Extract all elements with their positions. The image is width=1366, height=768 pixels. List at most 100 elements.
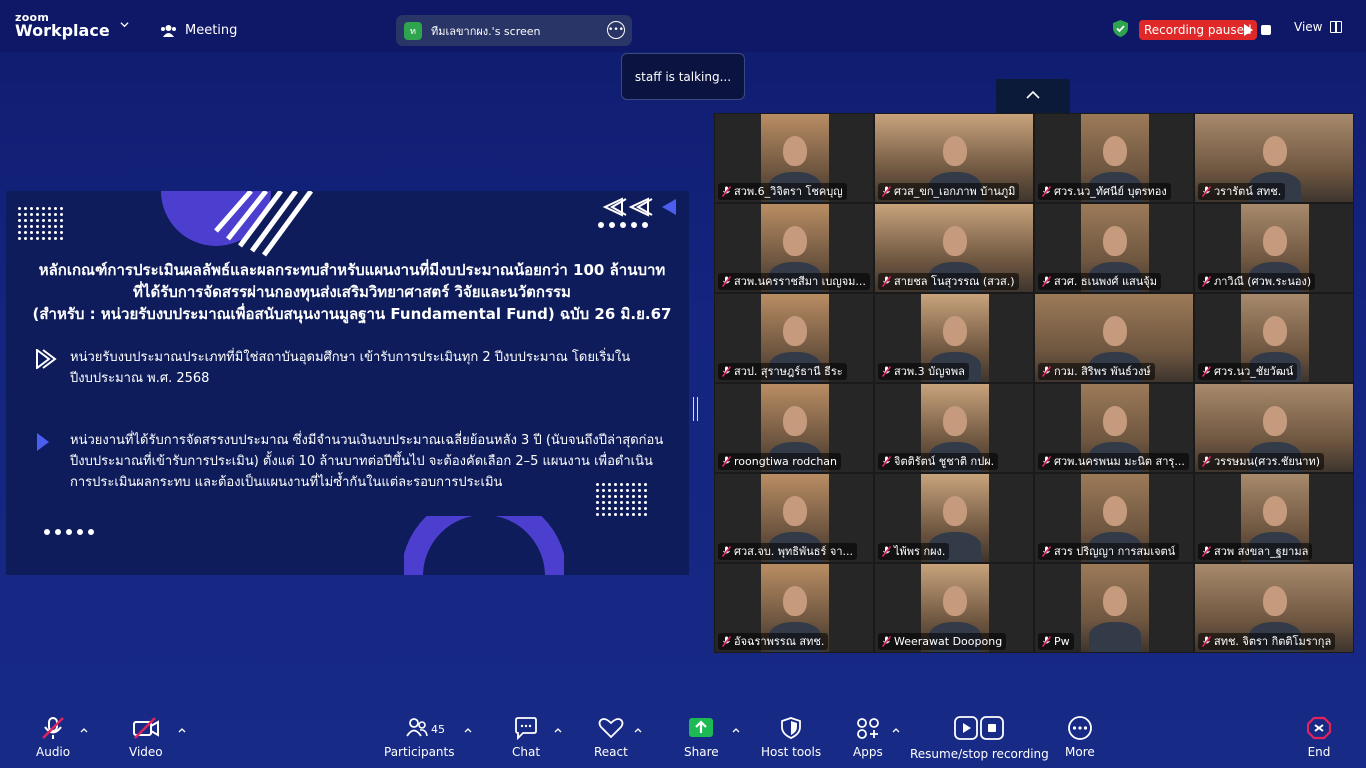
brand-bottom: Workplace bbox=[15, 21, 110, 40]
chat-options-caret-icon[interactable] bbox=[554, 727, 562, 733]
participant-tile[interactable]: อัจฉราพรรณ สทช. bbox=[714, 563, 874, 653]
participant-face bbox=[783, 586, 807, 616]
microphone-muted-icon bbox=[1042, 276, 1051, 287]
more-options-icon[interactable]: ••• bbox=[607, 21, 625, 39]
participants-label: Participants bbox=[384, 745, 455, 759]
share-button[interactable]: Share bbox=[684, 716, 719, 759]
participant-tile[interactable]: Pw bbox=[1034, 563, 1194, 653]
talking-indicator: staff is talking... bbox=[621, 53, 745, 100]
video-options-caret-icon[interactable] bbox=[178, 727, 186, 733]
recording-status-badge[interactable]: Recording paused bbox=[1139, 20, 1257, 40]
apps-button[interactable]: Apps bbox=[853, 716, 883, 759]
participant-name-tag: Weerawat Doopong bbox=[878, 633, 1007, 650]
react-button[interactable]: React bbox=[594, 716, 628, 759]
participant-tile[interactable]: ศวร.นว_ทัศนีย์ บุตรทอง bbox=[1034, 113, 1194, 203]
participant-name: ศวส_ขก_เอกภาพ บ้านภูมิ bbox=[894, 185, 1016, 198]
react-label: React bbox=[594, 745, 628, 759]
participant-tile[interactable]: สวพ.นครราชสีมา เบญจม... bbox=[714, 203, 874, 293]
slide-nav-arrows bbox=[602, 197, 676, 217]
participant-tile[interactable]: Weerawat Doopong bbox=[874, 563, 1034, 653]
more-icon bbox=[1067, 716, 1092, 740]
participant-tile[interactable]: วรารัตน์ สทช. bbox=[1194, 113, 1354, 203]
resume-recording-icon[interactable] bbox=[1244, 24, 1253, 36]
participant-tile[interactable]: สวร ปริญญา การสมเจตน์ bbox=[1034, 473, 1194, 563]
participant-video bbox=[1081, 564, 1149, 652]
more-button[interactable]: More bbox=[1065, 716, 1095, 759]
participant-tile[interactable]: roongtiwa rodchan bbox=[714, 383, 874, 473]
collapse-gallery-button[interactable] bbox=[996, 79, 1070, 113]
participant-tile[interactable]: ศวส_ขก_เอกภาพ บ้านภูมิ bbox=[874, 113, 1034, 203]
stop-recording-icon[interactable] bbox=[1261, 25, 1271, 35]
view-button[interactable]: View bbox=[1294, 20, 1343, 34]
meeting-button[interactable]: Meeting bbox=[160, 20, 237, 40]
slide-decor-dots bbox=[18, 207, 63, 240]
microphone-muted-icon bbox=[1202, 456, 1211, 467]
video-off-icon bbox=[132, 717, 159, 739]
participant-name: ศวร.นว_ชัยวัฒน์ bbox=[1214, 365, 1294, 378]
participant-tile[interactable]: สทช. จิตรา กิตติโมรากุล bbox=[1194, 563, 1354, 653]
view-label: View bbox=[1294, 20, 1323, 34]
participant-tile[interactable]: สวพ.6_วิจิตรา โชคบุญ bbox=[714, 113, 874, 203]
participant-face bbox=[783, 406, 807, 436]
resume-stop-recording-button[interactable]: Resume/stop recording bbox=[910, 716, 1049, 761]
react-options-caret-icon[interactable] bbox=[634, 727, 642, 733]
participant-name-tag: ศวร.นว_ทัศนีย์ บุตรทอง bbox=[1038, 183, 1171, 200]
bullet-arrow-icon bbox=[36, 349, 57, 369]
participant-name-tag: roongtiwa rodchan bbox=[718, 453, 842, 470]
participant-name-tag: จิตติรัตน์ ชูชาติ กปผ. bbox=[878, 453, 999, 470]
slide-decor-ring bbox=[404, 516, 564, 575]
participant-tile[interactable]: สวศ. ธเนพงศ์ แสนจุ้ม bbox=[1034, 203, 1194, 293]
participant-face bbox=[783, 226, 807, 256]
participant-tile[interactable]: สายชล โนสุวรรณ (สวส.) bbox=[874, 203, 1034, 293]
participant-tile[interactable]: สวพ สงขลา_ฐยามล bbox=[1194, 473, 1354, 563]
participant-name-tag: ไพ้พร กผง. bbox=[878, 543, 950, 560]
participant-name-tag: สวพ สงขลา_ฐยามล bbox=[1198, 543, 1313, 560]
participant-face bbox=[1263, 226, 1287, 256]
microphone-muted-icon bbox=[882, 366, 891, 377]
participant-face bbox=[1263, 406, 1287, 436]
participant-name-tag: ศวร.นว_ชัยวัฒน์ bbox=[1198, 363, 1298, 380]
share-screen-icon bbox=[689, 718, 714, 737]
slide-decor-dots bbox=[596, 483, 647, 516]
participant-tile[interactable]: สวพ.3 บัญจพล bbox=[874, 293, 1034, 383]
shared-screen-pill[interactable]: ท ทีมเลขากผง.'s screen ••• bbox=[396, 15, 632, 46]
share-options-caret-icon[interactable] bbox=[732, 727, 740, 733]
participant-tile[interactable]: ภาวิณี (ศวพ.ระนอง) bbox=[1194, 203, 1354, 293]
participant-tile[interactable]: จิตติรัตน์ ชูชาติ กปผ. bbox=[874, 383, 1034, 473]
participant-tile[interactable]: สวป. สุราษฎร์ธานี ธีระ bbox=[714, 293, 874, 383]
participant-name-tag: สวพ.3 บัญจพล bbox=[878, 363, 969, 380]
participants-options-caret-icon[interactable] bbox=[464, 727, 472, 733]
participant-name: อัจฉราพรรณ สทช. bbox=[734, 635, 825, 648]
participant-name: จิตติรัตน์ ชูชาติ กปผ. bbox=[894, 455, 995, 468]
participant-tile[interactable]: ศวพ.นครพนม มะนิต สารุ... bbox=[1034, 383, 1194, 473]
bullet-text: หน่วยรับงบประมาณประเภทที่มิใช่สถาบันอุดม… bbox=[70, 350, 631, 386]
microphone-muted-icon bbox=[722, 366, 731, 377]
chat-button[interactable]: Chat bbox=[512, 716, 540, 759]
participant-tile[interactable]: ไพ้พร กผง. bbox=[874, 473, 1034, 563]
participant-face bbox=[1103, 316, 1127, 346]
participant-face bbox=[1263, 496, 1287, 526]
video-button[interactable]: Video bbox=[129, 716, 163, 759]
audio-options-caret-icon[interactable] bbox=[80, 727, 88, 733]
participant-tile[interactable]: วรรษมน(ศวร.ชัยนาท) bbox=[1194, 383, 1354, 473]
apps-options-caret-icon[interactable] bbox=[892, 727, 900, 733]
participant-face bbox=[943, 316, 967, 346]
participant-tile[interactable]: ศวส.จบ. พุทธิพันธร์ จา... bbox=[714, 473, 874, 563]
participant-name: Weerawat Doopong bbox=[894, 635, 1003, 648]
participant-name: สายชล โนสุวรรณ (สวส.) bbox=[894, 275, 1015, 288]
chevron-down-icon[interactable] bbox=[120, 20, 129, 29]
participant-name-tag: ภาวิณี (ศวพ.ระนอง) bbox=[1198, 273, 1316, 290]
participant-tile[interactable]: กวม. สิริพร พันธ์วงษ์ bbox=[1034, 293, 1194, 383]
end-label: End bbox=[1307, 745, 1331, 759]
shield-check-icon[interactable] bbox=[1112, 19, 1129, 38]
host-tools-button[interactable]: Host tools bbox=[761, 716, 821, 759]
split-resize-handle[interactable] bbox=[693, 397, 698, 421]
participant-tile[interactable]: ศวร.นว_ชัยวัฒน์ bbox=[1194, 293, 1354, 383]
record-controls-icon bbox=[954, 716, 1005, 740]
shared-slide: หลักเกณฑ์การประเมินผลลัพธ์และผลกระทบสำหร… bbox=[6, 191, 689, 575]
microphone-muted-icon bbox=[1202, 636, 1211, 647]
end-meeting-button[interactable]: End bbox=[1306, 716, 1332, 759]
microphone-muted-icon bbox=[882, 456, 891, 467]
participant-name-tag: สวป. สุราษฎร์ธานี ธีระ bbox=[718, 363, 847, 380]
audio-button[interactable]: Audio bbox=[36, 716, 70, 759]
